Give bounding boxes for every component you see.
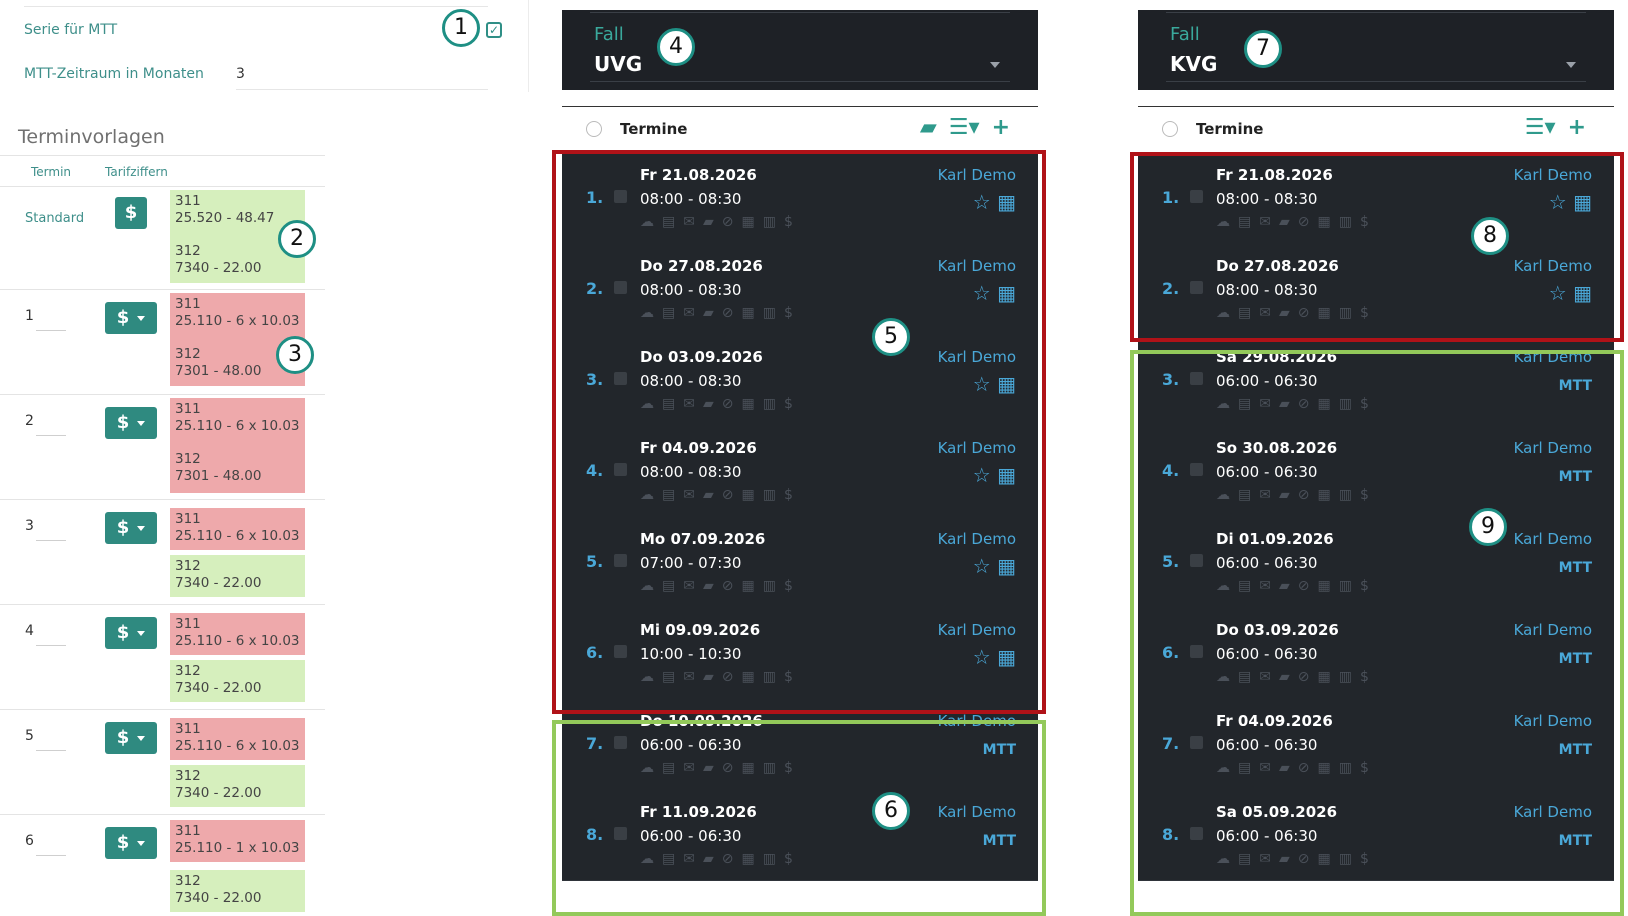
terminvorlagen-header: Termin Tarifziffern [0, 155, 325, 187]
tarif-dropdown-button[interactable]: $ [105, 617, 157, 649]
fall-label: Fall [1170, 24, 1200, 45]
template-termin: 5 [25, 728, 34, 744]
col-termin: Termin [31, 165, 72, 179]
fall-select-kvg[interactable]: Fall KVG [1138, 10, 1614, 90]
left-settings-panel: Serie für MTT ✓ MTT-Zeitraum in Monaten … [0, 0, 540, 916]
template-row-5: 5 $ 311 25.110 - 6 x 10.03 312 7340 - 22… [0, 710, 325, 815]
zeitraum-value[interactable]: 3 [236, 66, 245, 82]
fall-label: Fall [594, 24, 624, 45]
annotation-4: 4 [657, 28, 695, 66]
template-row-4: 4 $ 311 25.110 - 6 x 10.03 312 7340 - 22… [0, 605, 325, 710]
template-row-6: 6 $ 311 25.110 - 1 x 10.03 312 7340 - 22… [0, 815, 325, 916]
termine-title: Termine [1196, 120, 1264, 138]
serie-setting-row: Serie für MTT ✓ [0, 0, 510, 42]
tarif-block: 312 7340 - 22.00 [170, 660, 305, 702]
annotation-1: 1 [442, 9, 480, 47]
tarif-dropdown-button[interactable]: $ [105, 302, 157, 334]
fall-select-uvg[interactable]: Fall UVG [562, 10, 1038, 90]
add-icon[interactable]: + [992, 115, 1010, 140]
tarif-dropdown-button[interactable]: $ [105, 512, 157, 544]
list-menu-icon[interactable]: ☰▾ [1525, 115, 1556, 140]
template-termin: Standard [25, 211, 85, 226]
tarif-block: 311 25.110 - 6 x 10.03 [170, 508, 305, 550]
annotation-6: 6 [872, 792, 910, 830]
uvg-regular-frame [552, 150, 1046, 714]
tarif-block: 312 7340 - 22.00 [170, 555, 305, 597]
annotation-7: 7 [1244, 30, 1282, 68]
kvg-regular-frame [1130, 152, 1624, 342]
template-termin: 6 [25, 833, 34, 849]
tarif-dropdown-button[interactable]: $ [105, 407, 157, 439]
template-row-2: 2 $ 311 25.110 - 6 x 10.03 312 7301 - 48… [0, 395, 325, 500]
termine-title: Termine [620, 120, 688, 138]
serie-checkbox[interactable]: ✓ [486, 22, 502, 38]
annotation-2: 2 [278, 220, 316, 258]
template-termin: 3 [25, 518, 34, 534]
zeitraum-setting-row: MTT-Zeitraum in Monaten 3 [0, 48, 510, 90]
fall-value: UVG [594, 52, 643, 76]
fall-value: KVG [1170, 52, 1218, 76]
screenshot-root: Serie für MTT ✓ MTT-Zeitraum in Monaten … [0, 0, 1628, 916]
template-termin: 1 [25, 308, 34, 324]
tarif-dropdown-button[interactable]: $ [105, 827, 157, 859]
tarif-block: 311 25.110 - 1 x 10.03 [170, 820, 305, 862]
select-all-checkbox[interactable] [1162, 121, 1178, 137]
chevron-down-icon [1566, 62, 1576, 68]
template-row-3: 3 $ 311 25.110 - 6 x 10.03 312 7340 - 22… [0, 500, 325, 605]
serie-label: Serie für MTT [24, 22, 118, 38]
kvg-mtt-frame [1130, 350, 1624, 916]
annotation-3: 3 [276, 336, 314, 374]
uvg-mtt-frame [552, 720, 1046, 916]
annotation-9: 9 [1469, 508, 1507, 546]
tarif-block: 311 25.110 - 6 x 10.03 312 7301 - 48.00 [170, 398, 305, 493]
wallet-icon[interactable]: ▰ [920, 115, 937, 140]
select-all-checkbox[interactable] [586, 121, 602, 137]
zeitraum-label: MTT-Zeitraum in Monaten [24, 66, 204, 82]
tarif-button[interactable]: $ [115, 197, 147, 229]
termine-header: Termine ▰ ☰▾ + [562, 106, 1038, 152]
col-tarifziffern: Tarifziffern [105, 165, 168, 179]
tarif-dropdown-button[interactable]: $ [105, 722, 157, 754]
template-row-1: 1 $ 311 25.110 - 6 x 10.03 312 7301 - 48… [0, 290, 325, 395]
tarif-block: 312 7340 - 22.00 [170, 870, 305, 912]
add-icon[interactable]: + [1568, 115, 1586, 140]
chevron-down-icon [990, 62, 1000, 68]
annotation-8: 8 [1471, 217, 1509, 255]
terminvorlagen-title: Terminvorlagen [18, 126, 165, 148]
tarif-block: 311 25.110 - 6 x 10.03 [170, 718, 305, 760]
annotation-5: 5 [872, 318, 910, 356]
template-termin: 2 [25, 413, 34, 429]
tarif-block: 311 25.110 - 6 x 10.03 [170, 613, 305, 655]
list-menu-icon[interactable]: ☰▾ [949, 115, 980, 140]
termine-header: Termine ☰▾ + [1138, 106, 1614, 152]
template-termin: 4 [25, 623, 34, 639]
template-row-standard: Standard $ 311 25.520 - 48.47 312 7340 -… [0, 187, 325, 290]
tarif-block: 312 7340 - 22.00 [170, 765, 305, 807]
